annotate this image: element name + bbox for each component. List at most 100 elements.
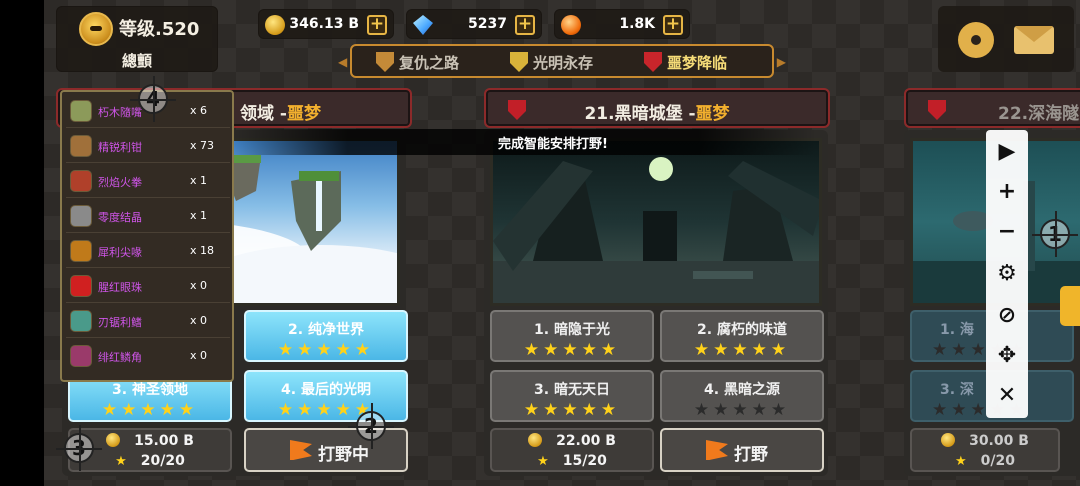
- mode-right-arrow-icon: ▶: [776, 55, 786, 69]
- rotten-beak-icon: [70, 100, 92, 122]
- stage-1-stars: ★★★★★: [523, 340, 621, 360]
- claw-icon: [70, 135, 92, 157]
- mode-tabs: ◀ 复仇之路 光明永存 噩梦降临 ▶: [338, 44, 786, 78]
- red-shield-icon: [644, 52, 662, 72]
- player-avatar-icon[interactable]: [79, 12, 113, 46]
- tab-revenge-road[interactable]: 复仇之路: [376, 52, 459, 74]
- fin-icon: [70, 310, 92, 332]
- tap-marker-1[interactable]: 1: [1032, 211, 1078, 257]
- stage-4-button[interactable]: 4. 黑暗之源 ★★★★★: [660, 370, 824, 422]
- play-icon[interactable]: ▶: [986, 132, 1028, 172]
- stage-3-button[interactable]: 3. 暗无天日 ★★★★★: [490, 370, 654, 422]
- stage-progress: 15/20: [562, 453, 607, 469]
- lock-icon: [1060, 286, 1080, 326]
- drop-item: 绯红鳞角 x 0: [66, 339, 230, 373]
- stage-banner-2: 21.黑暗城堡 -噩梦: [484, 88, 830, 128]
- stage-info-3: 30.00 B ★ 0/20: [910, 428, 1060, 472]
- toast-message: 完成智能安排打野!: [230, 129, 816, 155]
- stage-info-2: 22.00 B ★ 15/20: [490, 428, 654, 472]
- stage-1-button[interactable]: 1. 暗隐于光 ★★★★★: [490, 310, 654, 362]
- drop-item: 腥红眼珠 x 0: [66, 269, 230, 303]
- orb-resource: 1.8K +: [554, 9, 690, 39]
- left-system-bar: [0, 0, 44, 486]
- drop-item: 烈焰火拳 x 1: [66, 164, 230, 198]
- mail-icon[interactable]: [1014, 26, 1054, 54]
- drop-item: 零度结晶 x 1: [66, 199, 230, 233]
- settings-icon[interactable]: ⚙: [986, 254, 1028, 294]
- stage-card-2: 1. 暗隐于光 ★★★★★ 2. 腐朽的味道 ★★★★★ 3. 暗无天日 ★★★…: [484, 130, 828, 476]
- star-icon: ★: [537, 454, 549, 469]
- minus-icon[interactable]: −: [986, 212, 1028, 252]
- add-diamond-button[interactable]: +: [515, 15, 535, 35]
- stage-title: 22.深海隧: [998, 104, 1080, 124]
- stage-cost: 30.00 B: [969, 433, 1029, 449]
- gold-coin-icon: [528, 433, 543, 447]
- gold-shield-icon: [510, 52, 528, 72]
- tab-eternal-light[interactable]: 光明永存: [510, 52, 593, 74]
- diamond-value: 5237: [468, 16, 507, 32]
- dark-castle-art: [493, 157, 819, 303]
- stage-cost: 22.00 B: [556, 433, 616, 449]
- stage-progress: 0/20: [980, 453, 1015, 469]
- player-level: 等级.520: [119, 19, 200, 40]
- stage-3-stars: ★★★★★: [101, 400, 199, 420]
- add-orb-button[interactable]: +: [663, 15, 683, 35]
- player-panel[interactable]: 等级.520 總顫: [56, 6, 218, 72]
- drop-item: 精锐利钳 x 73: [66, 129, 230, 163]
- drop-items-panel: 朽木隨嘴 x 6 精锐利钳 x 73 烈焰火拳 x 1 零度结晶 x 1 犀利尖…: [60, 90, 234, 382]
- stage-4-stars: ★★★★★: [693, 400, 791, 420]
- stage-banner-3: 22.深海隧: [904, 88, 1080, 128]
- top-right-buttons: [938, 6, 1074, 72]
- game-stage: 等级.520 總顫 346.13 B + 5237 + 1.8K + ◀ 复仇之…: [44, 0, 1080, 486]
- stage-3-stars: ★★★★★: [523, 400, 621, 420]
- beak-icon: [70, 240, 92, 262]
- mode-left-arrow-icon: ◀: [338, 55, 348, 69]
- diamond-resource: 5237 +: [406, 9, 542, 39]
- horn-icon: [70, 345, 92, 367]
- flag-icon: [706, 440, 728, 460]
- drop-item: 刃锯利鳍 x 0: [66, 304, 230, 338]
- difficulty-label: 噩梦: [695, 104, 730, 124]
- fire-orb-icon: [561, 15, 581, 35]
- difficulty-label: 噩梦: [286, 104, 321, 124]
- flame-fist-icon: [70, 170, 92, 192]
- add-gold-button[interactable]: +: [367, 15, 387, 35]
- stage-scene-castle[interactable]: [490, 138, 822, 306]
- gold-coin-icon: [265, 15, 285, 35]
- stage-progress: 20/20: [140, 453, 185, 469]
- tap-marker-3[interactable]: 3: [56, 425, 102, 471]
- close-icon[interactable]: ✕: [986, 376, 1028, 416]
- eye-icon: [70, 275, 92, 297]
- stage-2-button[interactable]: 2. 纯净世界 ★★★★★: [244, 310, 408, 362]
- stage-2-stars: ★★★★★: [693, 340, 791, 360]
- hide-eye-icon[interactable]: ⊘: [986, 296, 1028, 336]
- hunt-button[interactable]: 打野: [660, 428, 824, 472]
- tap-marker-2[interactable]: 2: [348, 403, 394, 449]
- move-icon[interactable]: ✥: [986, 336, 1028, 376]
- diamond-icon: [413, 15, 433, 35]
- stage-title: 21.黑暗城堡 -: [584, 104, 696, 124]
- flag-icon: [290, 440, 312, 460]
- stage-2-button[interactable]: 2. 腐朽的味道 ★★★★★: [660, 310, 824, 362]
- plus-icon[interactable]: +: [986, 172, 1028, 212]
- crystal-icon: [70, 205, 92, 227]
- star-icon: ★: [115, 454, 127, 469]
- stage-2-stars: ★★★★★: [277, 340, 375, 360]
- tap-marker-4[interactable]: 4: [130, 76, 176, 122]
- star-icon: ★: [955, 454, 967, 469]
- gold-resource: 346.13 B +: [258, 9, 394, 39]
- gold-coin-icon: [106, 433, 121, 447]
- gold-value: 346.13 B: [289, 16, 359, 32]
- stage-4-button[interactable]: 4. 最后的光明 ★★★★★: [244, 370, 408, 422]
- orb-value: 1.8K: [619, 16, 655, 32]
- stage-cost: 15.00 B: [134, 433, 194, 449]
- drop-item: 犀利尖喙 x 18: [66, 234, 230, 268]
- stage-title: 领域 -: [240, 104, 287, 124]
- settings-gear-icon[interactable]: [958, 22, 994, 58]
- brown-shield-icon: [376, 52, 394, 72]
- player-name: 總顫: [121, 52, 152, 70]
- automation-toolbar: ▶ + − ⚙ ⊘ ✥ ✕: [986, 130, 1028, 418]
- tab-nightmare[interactable]: 噩梦降临: [644, 52, 727, 74]
- hunting-button[interactable]: 打野中: [244, 428, 408, 472]
- gold-coin-icon: [941, 433, 956, 447]
